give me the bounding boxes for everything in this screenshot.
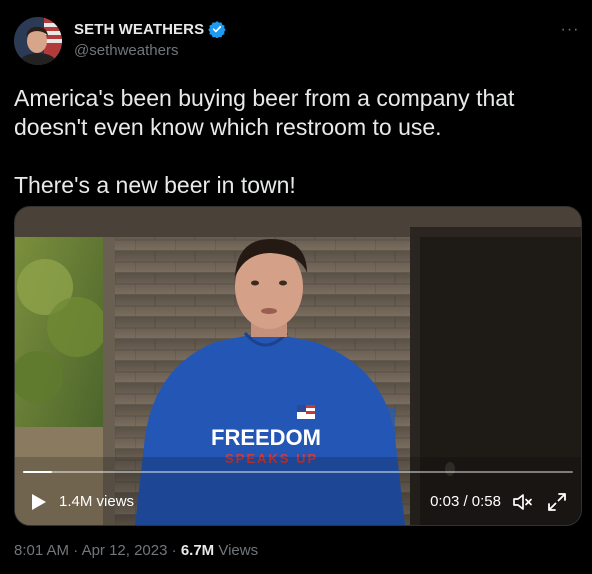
- play-icon[interactable]: [27, 491, 49, 513]
- avatar[interactable]: [14, 17, 62, 65]
- tweet-metadata: 8:01 AM · Apr 12, 2023 · 6.7M Views: [14, 542, 258, 559]
- tweet-text-line-2: There's a new beer in town!: [14, 172, 296, 198]
- author-handle[interactable]: @sethweathers: [74, 42, 178, 59]
- author-name[interactable]: SETH WEATHERS: [74, 21, 204, 38]
- more-options-icon[interactable]: ···: [556, 18, 584, 42]
- video-progress-bar[interactable]: [23, 471, 573, 473]
- author-name-row[interactable]: SETH WEATHERS: [74, 20, 226, 39]
- verified-badge-icon: [208, 20, 226, 39]
- hoodie-text-freedom: FREEDOM: [211, 425, 321, 450]
- video-frame: FREEDOM SPEAKS UP: [15, 207, 581, 525]
- expand-icon[interactable]: [546, 491, 568, 513]
- tweet-time[interactable]: 8:01 AM: [14, 542, 69, 559]
- tweet-text-line-1: America's been buying beer from a compan…: [14, 85, 515, 140]
- tweet-view-count: 6.7M: [180, 542, 215, 559]
- tweet-date[interactable]: Apr 12, 2023: [82, 542, 168, 559]
- video-view-count: 1.4M views: [59, 493, 135, 510]
- video-progress-fill: [23, 471, 52, 473]
- separator: ·: [73, 542, 79, 559]
- tweet-text: America's been buying beer from a compan…: [14, 84, 574, 200]
- video-timestamp: 0:03 / 0:58: [430, 493, 501, 510]
- tweet-views-label: Views: [218, 542, 259, 559]
- video-player[interactable]: FREEDOM SPEAKS UP 1.4M views 0:03 / 0:58: [14, 206, 582, 526]
- muted-speaker-icon[interactable]: [511, 491, 533, 513]
- separator: ·: [171, 542, 177, 559]
